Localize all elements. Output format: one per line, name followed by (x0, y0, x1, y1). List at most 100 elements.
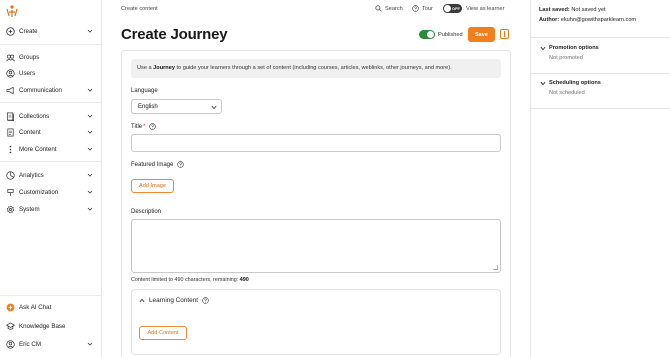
published-toggle[interactable]: Published (419, 30, 463, 39)
document-icon (6, 128, 15, 137)
toggle-switch[interactable]: OFF (443, 4, 462, 13)
sidebar-item-more-content[interactable]: More Content (6, 142, 98, 156)
sidebar-item-collections[interactable]: Collections (6, 109, 98, 123)
toggle-knob (444, 5, 451, 12)
featured-image-label: Featured Image (131, 161, 185, 168)
chevron-down-icon (87, 342, 93, 346)
divider (531, 108, 670, 109)
sidebar-item-label: Analytics (19, 171, 44, 179)
tour-label: Tour (422, 5, 433, 12)
language-label-text: Language (131, 88, 158, 94)
avatar-icon (6, 339, 15, 349)
language-select[interactable]: English (131, 99, 222, 114)
info-banner: Use a Journey to guide your learners thr… (131, 59, 501, 78)
title-label: Title * (131, 123, 157, 130)
knowledge-base-icon (6, 321, 15, 331)
scheduling-options-toggle[interactable]: Scheduling options (540, 80, 601, 86)
author-value: ekuhn@gowithsparklearn.com (560, 17, 637, 23)
chevron-down-icon (87, 114, 93, 118)
help-icon[interactable] (202, 297, 209, 304)
collections-icon (6, 112, 15, 121)
tour-button[interactable]: Tour (412, 5, 433, 12)
sidebar-item-groups[interactable]: Groups (6, 50, 98, 64)
sidebar-item-customization[interactable]: Customization (6, 185, 98, 199)
sidebar-item-label: More Content (19, 145, 57, 153)
sidebar-item-system[interactable]: System (6, 202, 98, 216)
divider (0, 295, 102, 296)
sidebar-item-content[interactable]: Content (6, 125, 98, 139)
published-label: Published (438, 31, 463, 38)
megaphone-icon (6, 86, 15, 95)
divider (0, 161, 102, 162)
featured-image-label-text: Featured Image (131, 161, 174, 168)
add-image-button[interactable]: Add Image (131, 179, 174, 193)
divider (0, 102, 102, 103)
toggle-switch[interactable] (419, 30, 435, 39)
last-saved-value: Not saved yet (571, 7, 606, 13)
sidebar-item-user-menu[interactable]: Eric CM (6, 337, 98, 351)
sidebar-item-label: Communication (19, 86, 62, 94)
help-icon[interactable] (177, 161, 185, 168)
user-icon (6, 68, 15, 78)
toggle-knob (427, 31, 434, 38)
sidebar-item-label: System (19, 205, 40, 213)
help-circle-icon (412, 5, 419, 12)
title-input[interactable] (131, 134, 501, 152)
divider (531, 37, 670, 38)
character-limit-note: Content limited to 490 characters, remai… (131, 277, 249, 283)
add-content-button[interactable]: Add Content (139, 326, 187, 340)
language-value: English (138, 104, 158, 110)
promotion-options-toggle[interactable]: Promotion options (540, 45, 599, 51)
sidebar-item-analytics[interactable]: Analytics (6, 168, 98, 182)
required-mark: * (143, 123, 146, 130)
sidebar-item-label: Create (19, 27, 38, 35)
chevron-down-icon (540, 81, 546, 85)
view-as-learner-label: View as learner (466, 5, 505, 12)
chevron-down-icon (87, 130, 93, 134)
chevron-down-icon (87, 88, 93, 92)
search-button[interactable]: Search (375, 5, 403, 12)
sidebar-item-ask-ai-chat[interactable]: Ask AI Chat (6, 300, 98, 314)
chevron-down-icon (87, 173, 93, 177)
chevron-down-icon (211, 105, 217, 110)
chevron-down-icon (540, 46, 546, 50)
sidebar-item-communication[interactable]: Communication (6, 83, 98, 97)
sidebar-item-knowledge-base[interactable]: Knowledge Base (6, 319, 98, 333)
chevron-down-icon (87, 207, 93, 211)
analytics-icon (6, 170, 15, 180)
search-icon (375, 5, 382, 12)
logo-icon[interactable] (5, 4, 19, 18)
chevron-down-icon (87, 190, 93, 194)
view-as-learner-toggle[interactable]: OFF View as learner (443, 4, 504, 13)
learning-content-label: Learning Content (149, 297, 199, 304)
learning-content-header[interactable]: Learning Content (139, 297, 209, 304)
limit-remaining: 490 (239, 277, 249, 283)
promotion-title: Promotion options (549, 45, 599, 51)
scheduling-title: Scheduling options (549, 80, 601, 86)
ai-chat-icon (6, 303, 15, 312)
description-textarea[interactable] (131, 219, 501, 273)
sidebar-item-users[interactable]: Users (6, 66, 98, 80)
side-panel-toggle-icon[interactable] (500, 29, 509, 39)
paint-icon (6, 188, 15, 197)
sidebar-item-label: Users (19, 69, 36, 77)
author-label: Author: (539, 17, 560, 23)
description-label-text: Description (131, 209, 162, 215)
sidebar-item-create[interactable]: Create (6, 24, 98, 38)
groups-icon (6, 53, 15, 62)
sidebar-item-label: Eric CM (19, 340, 41, 348)
last-saved: Last saved: Not saved yet (539, 7, 606, 13)
divider (0, 44, 102, 45)
sidebar-item-label: Collections (19, 112, 50, 120)
divider (531, 73, 670, 74)
sidebar-item-label: Content (19, 128, 41, 136)
info-text: Use a (137, 65, 154, 71)
chevron-down-icon (87, 147, 93, 151)
help-icon[interactable] (149, 123, 157, 130)
sidebar-item-label: Groups (19, 53, 40, 61)
save-button[interactable]: Save (468, 27, 495, 42)
more-vertical-icon (6, 145, 15, 154)
gear-icon (6, 205, 15, 214)
chevron-up-icon (139, 298, 145, 303)
breadcrumb[interactable]: Create content (121, 6, 158, 12)
